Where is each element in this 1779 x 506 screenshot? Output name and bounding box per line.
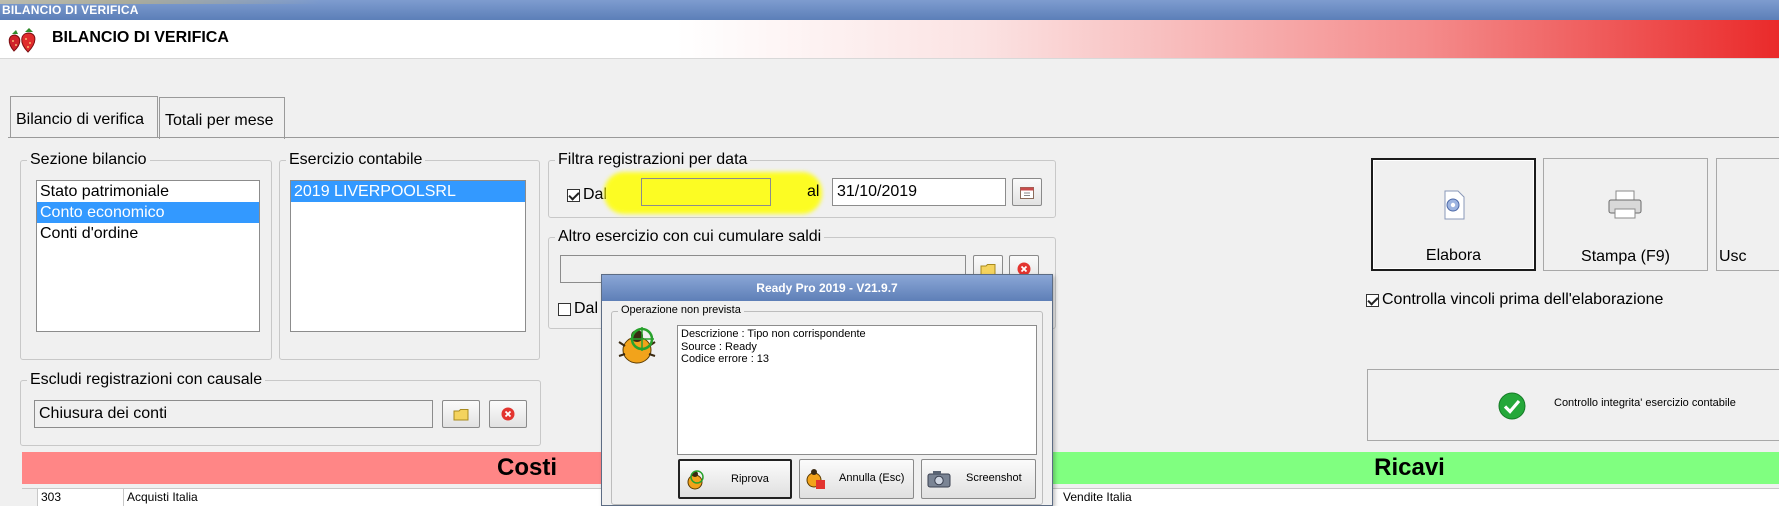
controlla-vincoli-checkbox[interactable]: Controlla vincoli prima dell'elaborazion… xyxy=(1366,291,1663,309)
altro-esercizio-legend: Altro esercizio con cui cumulare saldi xyxy=(555,228,825,246)
tab-bilancio-di-verifica[interactable]: Bilancio di verifica xyxy=(10,96,158,138)
costi-code-cell: 303 xyxy=(38,489,124,506)
altro-dal-label: Dal xyxy=(574,300,599,317)
esercizio-contabile-group: Esercizio contabile 2019 LIVERPOOLSRL xyxy=(279,151,540,360)
sezione-item-conto-economico[interactable]: Conto economico xyxy=(37,202,259,223)
error-code-line: Codice errore : 13 xyxy=(681,353,770,365)
sezione-bilancio-legend: Sezione bilancio xyxy=(27,151,150,169)
sezione-item-stato-patrimoniale[interactable]: Stato patrimoniale xyxy=(37,181,259,202)
error-source-line: Source : Ready xyxy=(681,340,757,353)
elabora-button[interactable]: Elabora xyxy=(1371,158,1536,271)
annulla-label: Annulla (Esc) xyxy=(839,472,905,484)
dal-checkbox[interactable]: Dal xyxy=(567,186,607,204)
altro-dal-checkbox-box[interactable] xyxy=(558,302,571,316)
controlla-vincoli-checkbox-box[interactable] xyxy=(1366,293,1379,307)
printer-icon xyxy=(1608,190,1642,219)
filtra-data-group: Filtra registrazioni per data Dal al 31/… xyxy=(548,151,1056,218)
altro-dal-checkbox[interactable]: Dal xyxy=(558,300,598,318)
strawberry-icon xyxy=(8,28,36,53)
tab-totali-per-mese[interactable]: Totali per mese xyxy=(159,97,285,139)
al-date-input[interactable]: 31/10/2019 xyxy=(832,178,1006,206)
dialog-title: Ready Pro 2019 - V21.9.7 xyxy=(602,275,1052,301)
esercizio-contabile-legend: Esercizio contabile xyxy=(286,151,426,169)
screenshot-label: Screenshot xyxy=(966,472,1022,484)
controllo-integrita-button[interactable]: Controllo integrita' esercizio contabile xyxy=(1367,369,1779,441)
ricavi-table-row[interactable]: Vendite Italia xyxy=(1040,488,1779,506)
sezione-bilancio-group: Sezione bilancio Stato patrimoniale Cont… xyxy=(20,151,272,360)
stampa-button[interactable]: Stampa (F9) xyxy=(1543,158,1708,271)
sezione-item-conti-ordine[interactable]: Conti d'ordine xyxy=(37,223,259,244)
calendar-button[interactable] xyxy=(1012,178,1042,206)
page-title: BILANCIO DI VERIFICA xyxy=(52,29,229,46)
bug-icon xyxy=(618,327,656,364)
error-description-line: Descrizione : Tipo non corrispondente xyxy=(681,328,866,340)
tab-panel-border xyxy=(8,137,1779,138)
folder-icon xyxy=(453,408,469,420)
esci-label: Usc xyxy=(1719,248,1747,265)
row-indicator xyxy=(22,489,38,506)
screenshot-button[interactable]: Screenshot xyxy=(921,459,1036,499)
dal-date-input[interactable] xyxy=(641,178,771,206)
escludi-causale-group: Escludi registrazioni con causale Chiusu… xyxy=(20,371,541,446)
gear-document-icon xyxy=(1444,190,1465,220)
controllo-integrita-label: Controllo integrita' esercizio contabile xyxy=(1554,397,1736,409)
filtra-data-legend: Filtra registrazioni per data xyxy=(555,151,751,169)
controlla-vincoli-label: Controlla vincoli prima dell'elaborazion… xyxy=(1382,291,1664,308)
check-circle-icon xyxy=(1498,392,1526,420)
sezione-bilancio-list[interactable]: Stato patrimoniale Conto economico Conti… xyxy=(36,180,260,332)
dialog-group-legend: Operazione non prevista xyxy=(618,304,744,316)
riprova-button[interactable]: Riprova xyxy=(678,459,792,499)
window-title-bar: BILANCIO DI VERIFICA xyxy=(0,0,1779,20)
al-label: al xyxy=(807,183,820,200)
error-dialog: Ready Pro 2019 - V21.9.7 Operazione non … xyxy=(601,274,1053,506)
ricavi-header: Ricavi xyxy=(1040,452,1779,484)
escludi-causale-legend: Escludi registrazioni con causale xyxy=(27,371,266,389)
bug-cancel-icon xyxy=(806,469,825,489)
ricavi-description-cell: Vendite Italia xyxy=(1063,490,1132,504)
riprova-label: Riprova xyxy=(731,473,769,485)
bug-retry-icon xyxy=(687,470,704,490)
escludi-causale-clear-button[interactable] xyxy=(489,400,527,428)
esci-button[interactable]: Usc xyxy=(1716,158,1779,271)
calendar-icon xyxy=(1020,186,1034,199)
camera-icon xyxy=(927,471,951,488)
error-message-box[interactable]: Descrizione : Tipo non corrispondente So… xyxy=(677,325,1037,455)
esercizio-item[interactable]: 2019 LIVERPOOLSRL xyxy=(291,181,525,202)
dal-checkbox-box[interactable] xyxy=(567,188,580,202)
esercizio-contabile-list[interactable]: 2019 LIVERPOOLSRL xyxy=(290,180,526,332)
clear-icon xyxy=(501,407,515,421)
annulla-button[interactable]: Annulla (Esc) xyxy=(799,459,914,499)
stampa-label: Stampa (F9) xyxy=(1581,248,1670,265)
elabora-label: Elabora xyxy=(1425,247,1482,264)
window-title: BILANCIO DI VERIFICA xyxy=(2,3,139,17)
page-header: BILANCIO DI VERIFICA xyxy=(0,20,1779,59)
escludi-causale-input[interactable]: Chiusura dei conti xyxy=(34,400,433,428)
escludi-causale-browse-button[interactable] xyxy=(442,400,480,428)
